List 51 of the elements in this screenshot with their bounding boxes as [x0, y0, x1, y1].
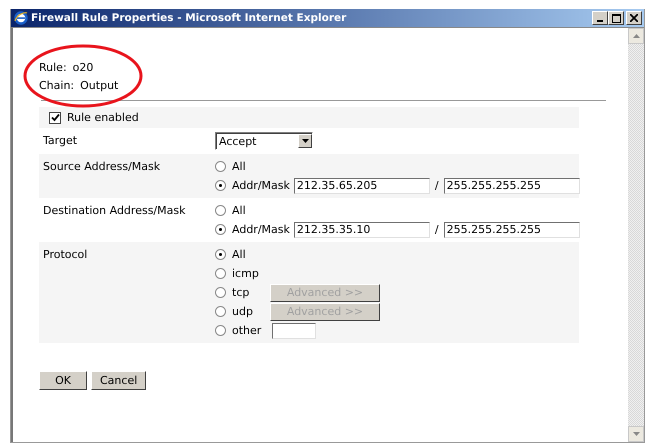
scrollbar[interactable]: [628, 28, 644, 442]
address-field[interactable]: 212.35.65.205: [294, 178, 430, 194]
mask-field[interactable]: 255.255.255.255: [444, 178, 580, 194]
cancel-button[interactable]: Cancel: [91, 371, 146, 390]
radio-label: icmp: [232, 267, 259, 280]
address-field[interactable]: 212.35.35.10: [294, 222, 430, 238]
field-label: Destination Address/Mask: [43, 203, 186, 219]
checkbox[interactable]: [49, 112, 61, 124]
browser-icon: [14, 11, 28, 25]
maximize-icon: [612, 14, 620, 22]
radio-button[interactable]: [215, 161, 226, 172]
radio-button[interactable]: [215, 224, 226, 235]
radio-label: Addr/Mask: [232, 223, 290, 236]
ok-button[interactable]: OK: [39, 371, 87, 390]
close-icon: [630, 14, 638, 22]
field-label: Target: [43, 133, 78, 149]
radio-button[interactable]: [215, 287, 226, 298]
close-button[interactable]: [626, 11, 642, 25]
radio-label: tcp: [232, 286, 250, 299]
radio-label: All: [232, 160, 246, 173]
checkbox-label: Rule enabled: [67, 111, 139, 124]
radio-button[interactable]: [215, 306, 226, 317]
protocol-field[interactable]: [272, 322, 316, 338]
radio-button[interactable]: [215, 325, 226, 336]
mask-field[interactable]: 255.255.255.255: [444, 222, 580, 238]
field-value: Output: [80, 78, 118, 92]
separator-text: /: [434, 179, 439, 192]
window-title: Firewall Rule Properties - Microsoft Internet Explorer: [31, 12, 348, 24]
separator-text: /: [434, 223, 439, 236]
field-value: o20: [72, 60, 94, 74]
dropdown-arrow-icon: [302, 139, 308, 143]
field-label: Rule:: [39, 60, 67, 74]
radio-button[interactable]: [215, 180, 226, 191]
radio-label: other: [232, 324, 262, 337]
radio-label: All: [232, 248, 246, 261]
radio-label: All: [232, 204, 246, 217]
field-label: Chain:: [39, 78, 74, 92]
maximize-button[interactable]: [608, 11, 624, 25]
down-arrow-icon: [632, 432, 640, 436]
scroll-down-button[interactable]: [628, 426, 644, 442]
up-arrow-icon: [632, 34, 640, 38]
radio-button[interactable]: [215, 249, 226, 260]
radio-label: Addr/Mask: [232, 179, 290, 192]
checkmark-icon: [50, 113, 60, 122]
field-label: Source Address/Mask: [43, 159, 162, 175]
field-label: Protocol: [43, 247, 88, 263]
radio-label: udp: [232, 305, 254, 318]
target-dropdown[interactable]: Accept: [215, 132, 313, 150]
radio-button[interactable]: [215, 268, 226, 279]
radio-button[interactable]: [215, 205, 226, 216]
minimize-button[interactable]: [592, 11, 608, 25]
